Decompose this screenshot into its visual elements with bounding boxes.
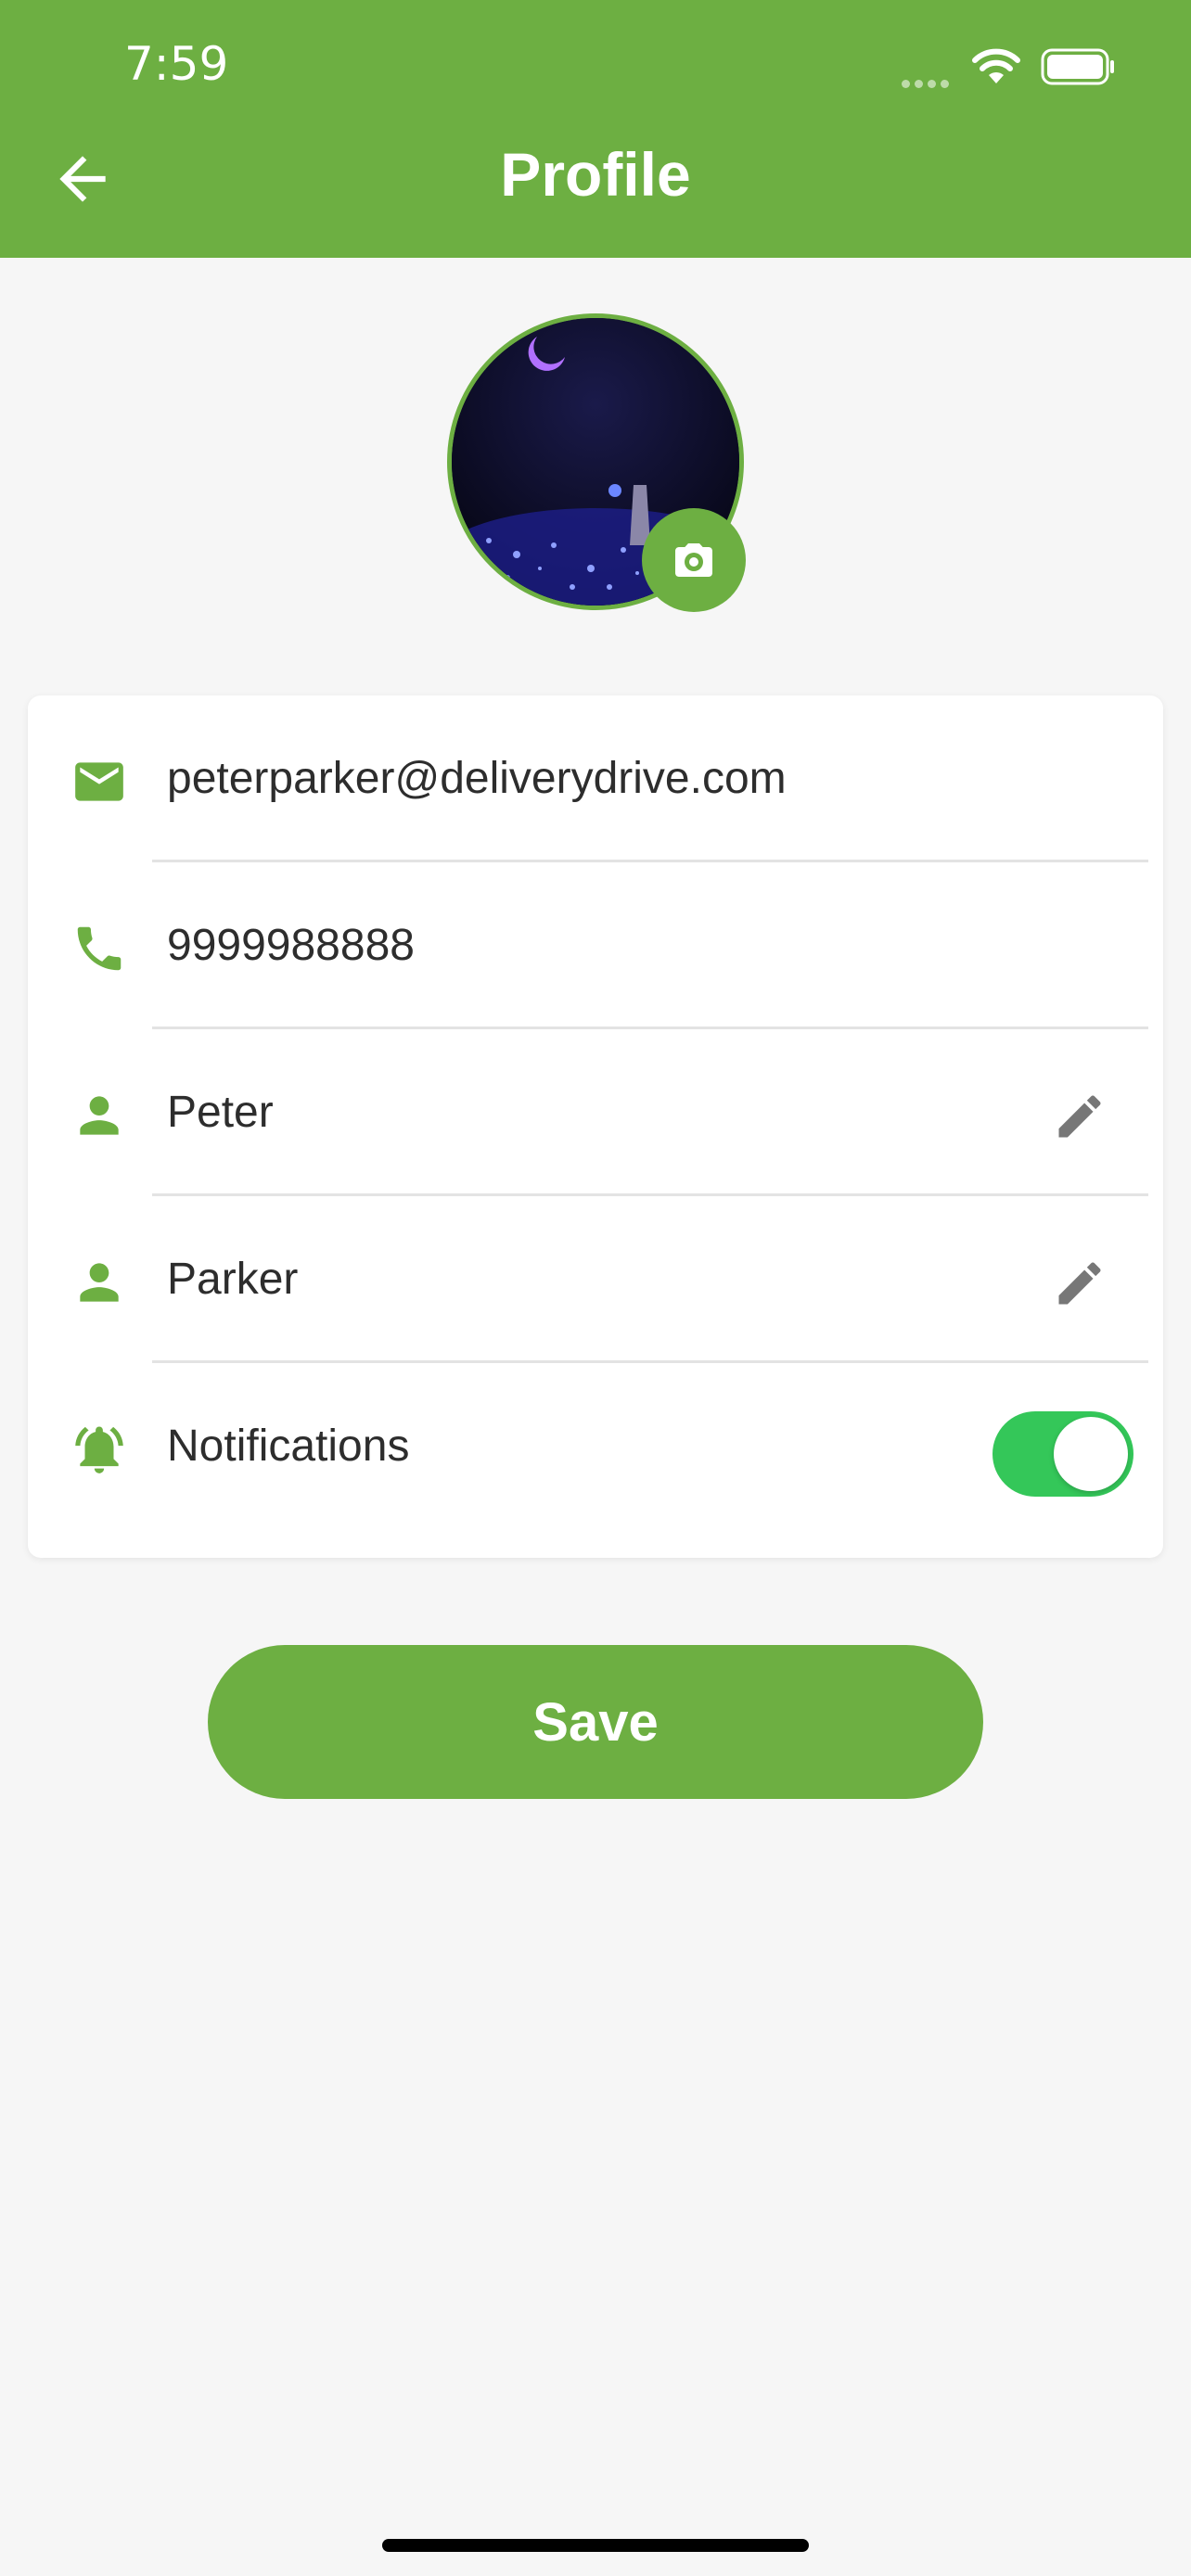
page-title: Profile (500, 140, 691, 209)
person-icon (80, 1263, 119, 1302)
bell-ringing-icon (75, 1426, 123, 1473)
first-name-value[interactable]: Peter (167, 1087, 274, 1138)
email-icon (75, 762, 123, 801)
edit-last-name-icon[interactable] (1052, 1256, 1108, 1311)
wifi-icon (972, 48, 1020, 83)
person-icon (80, 1096, 119, 1135)
battery-icon (1041, 48, 1114, 85)
toggle-knob (1054, 1417, 1128, 1491)
phone-row: 9999988888 (28, 862, 1163, 1029)
email-row: peterparker@deliverydrive.com (28, 695, 1163, 862)
edit-first-name-icon[interactable] (1052, 1089, 1108, 1144)
notifications-label: Notifications (167, 1422, 410, 1471)
save-button[interactable]: Save (208, 1645, 983, 1799)
change-photo-button[interactable] (642, 508, 746, 612)
cellular-signal-icon (902, 76, 954, 93)
notifications-toggle[interactable] (992, 1411, 1133, 1497)
home-indicator (382, 2539, 809, 2552)
email-value[interactable]: peterparker@deliverydrive.com (167, 753, 787, 804)
profile-form-card: peterparker@deliverydrive.com 9999988888… (28, 695, 1163, 1558)
last-name-value[interactable]: Parker (167, 1254, 298, 1305)
status-time: 7:59 (124, 37, 229, 91)
app-bar: 7:59 Profile (0, 0, 1191, 258)
last-name-row: Parker (28, 1196, 1163, 1363)
notifications-row: Notifications (28, 1363, 1163, 1530)
camera-icon (675, 543, 712, 577)
phone-value[interactable]: 9999988888 (167, 920, 415, 971)
phone-icon (77, 926, 122, 971)
first-name-row: Peter (28, 1029, 1163, 1196)
